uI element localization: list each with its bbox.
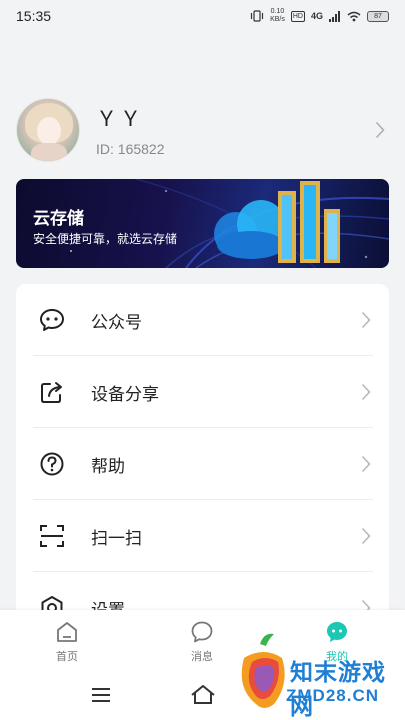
menu-item-official-account[interactable]: 公众号 [16, 284, 389, 356]
chevron-right-icon [375, 121, 385, 139]
chevron-right-icon [361, 383, 371, 401]
menu-item-device-share[interactable]: 设备分享 [16, 356, 389, 428]
cloud-storage-banner[interactable]: 云存储 安全便捷可靠，就选云存储 [16, 179, 389, 268]
nav-label: 消息 [191, 651, 213, 663]
menu-item-label: 公众号 [91, 312, 142, 332]
nav-label: 首页 [56, 651, 78, 663]
signal-icon [329, 10, 340, 22]
nav-home[interactable]: 首页 [37, 620, 97, 668]
status-bar: 15:35 0.10 KB/s HD 4G 87 [0, 0, 405, 32]
user-id: ID: 165822 [96, 141, 165, 157]
network-type: 4G [310, 11, 323, 21]
profile-info: ＹＹ ID: 165822 [96, 103, 165, 157]
battery-icon: 87 [367, 10, 389, 22]
wechat-icon [38, 306, 66, 334]
chevron-right-icon [361, 311, 371, 329]
banner-subtitle: 安全便捷可靠，就选云存储 [33, 232, 178, 246]
banner-title: 云存储 [33, 209, 84, 228]
chevron-right-icon [361, 455, 371, 473]
home-button-icon[interactable] [190, 684, 216, 704]
hd-badge: HD [290, 10, 305, 22]
menu-item-label: 帮助 [91, 456, 125, 476]
share-icon [38, 378, 66, 406]
message-icon [191, 621, 213, 643]
scan-icon [38, 522, 66, 550]
username: ＹＹ [96, 108, 144, 131]
chevron-right-icon [361, 527, 371, 545]
status-icons: 0.10 KB/s HD 4G 87 [250, 8, 389, 24]
menu-icon[interactable] [90, 686, 112, 704]
menu-item-label: 扫一扫 [91, 528, 142, 548]
avatar[interactable] [16, 98, 80, 162]
menu-item-label: 设备分享 [91, 384, 159, 404]
menu-item-help[interactable]: 帮助 [16, 428, 389, 500]
net-speed: 0.10 KB/s [270, 8, 285, 23]
home-icon [57, 622, 77, 642]
menu-card: 公众号 设备分享 帮助 扫一扫 [16, 284, 389, 644]
watermark-url: ZMD28.CN [286, 686, 380, 705]
status-time: 15:35 [16, 8, 52, 24]
menu-item-scan[interactable]: 扫一扫 [16, 500, 389, 572]
help-icon [38, 450, 66, 478]
wifi-icon [347, 11, 361, 21]
profile-header[interactable]: ＹＹ ID: 165822 [16, 97, 389, 163]
vibrate-icon [250, 10, 264, 22]
